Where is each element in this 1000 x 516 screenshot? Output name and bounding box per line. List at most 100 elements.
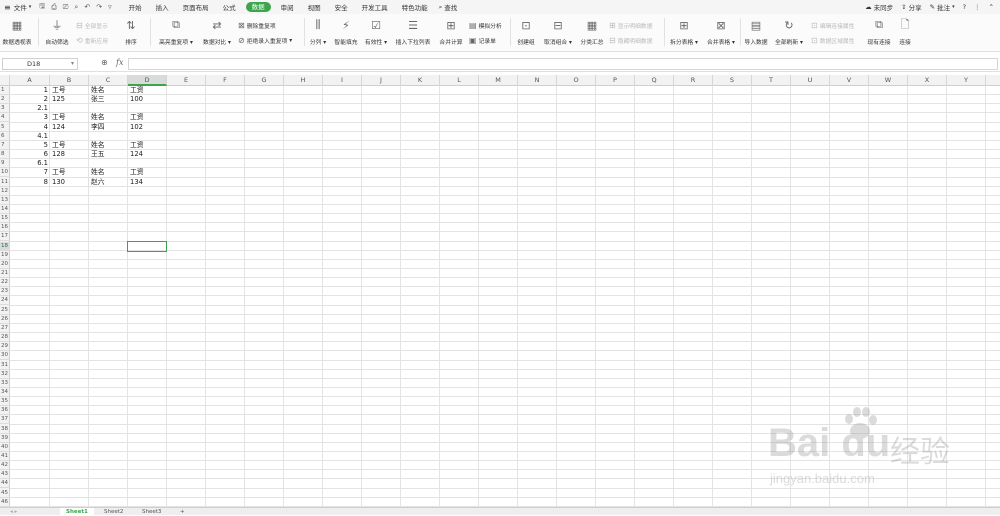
row-header[interactable]: 3 (0, 104, 10, 114)
row-header[interactable]: 2 (0, 95, 10, 105)
row-header[interactable]: 15 (0, 214, 10, 224)
cell-C1[interactable]: 姓名 (91, 86, 126, 95)
undo-icon[interactable]: ↶ (84, 3, 90, 11)
column-header[interactable]: S (713, 75, 752, 86)
row-header[interactable]: 1 (0, 86, 10, 95)
print-icon[interactable]: ⎚ (63, 3, 69, 12)
row-header[interactable]: 23 (0, 287, 10, 297)
cell-B11[interactable]: 130 (52, 178, 87, 187)
cell-C10[interactable]: 姓名 (91, 168, 126, 177)
column-header[interactable]: K (401, 75, 440, 86)
file-menu[interactable]: ≡ 文件 ▾ (0, 0, 35, 14)
column-header[interactable]: I (323, 75, 362, 86)
split-table-button[interactable]: ⊞ 拆分表格 ▾ (667, 14, 701, 47)
row-header[interactable]: 31 (0, 361, 10, 370)
column-header[interactable]: W (869, 75, 908, 86)
split-column-button[interactable]: ⫼ 分列 ▾ (307, 14, 329, 46)
tab-0[interactable]: 开始 (122, 2, 149, 12)
highlight-duplicates-button[interactable]: ⧉ 高亮重复项 ▾ (155, 14, 197, 46)
row-header[interactable]: 37 (0, 415, 10, 425)
row-header[interactable]: 45 (0, 489, 10, 498)
tab-9[interactable]: 特色功能 (395, 2, 435, 12)
row-header[interactable]: 35 (0, 397, 10, 407)
row-header[interactable]: 6 (0, 132, 10, 141)
validity-button[interactable]: ☑ 有效性 ▾ (362, 14, 390, 47)
name-box[interactable]: D18 ▾ (2, 58, 78, 70)
row-header[interactable]: 42 (0, 461, 10, 471)
cell-C7[interactable]: 姓名 (91, 141, 126, 150)
cell-C11[interactable]: 赵六 (91, 178, 126, 187)
cell-A7[interactable]: 5 (12, 141, 48, 150)
show-all-button[interactable]: ⊟ 全部显示 (76, 21, 108, 30)
cell-A1[interactable]: 1 (12, 86, 48, 95)
row-header[interactable]: 21 (0, 269, 10, 278)
row-header[interactable]: 43 (0, 470, 10, 480)
show-detail-button[interactable]: ⊞ 显示明细数据 (609, 21, 653, 30)
row-header[interactable]: 17 (0, 232, 10, 242)
data-range-props-button[interactable]: ⊡ 数据区域属性 (811, 36, 855, 45)
row-header[interactable]: 16 (0, 223, 10, 233)
cell-A4[interactable]: 3 (12, 113, 48, 122)
cell-C8[interactable]: 王五 (91, 150, 126, 159)
row-header[interactable]: 25 (0, 306, 10, 315)
redo-icon[interactable]: ↷ (96, 3, 102, 11)
cell-D8[interactable]: 124 (130, 150, 165, 159)
remove-duplicates-button[interactable]: ⊠ 删除重复项 (238, 21, 276, 30)
column-header[interactable]: U (791, 75, 830, 86)
column-header[interactable]: F (206, 75, 245, 86)
smart-fill-button[interactable]: ⚡ 智能填充 (331, 14, 361, 47)
create-group-button[interactable]: ⊡ 创建组 (514, 14, 538, 47)
column-header[interactable]: L (440, 75, 479, 86)
row-header[interactable]: 28 (0, 333, 10, 343)
row-header[interactable]: 20 (0, 260, 10, 269)
what-if-button[interactable]: ▤ 模拟分析 (469, 21, 502, 30)
formula-input[interactable] (128, 58, 998, 70)
cell-C2[interactable]: 张三 (91, 95, 126, 104)
column-header[interactable]: X (908, 75, 947, 86)
row-header[interactable]: 41 (0, 452, 10, 461)
collapse-ribbon-icon[interactable]: ⌃ (989, 0, 994, 14)
cell-B1[interactable]: 工号 (52, 86, 87, 95)
row-header[interactable]: 4 (0, 113, 10, 123)
row-header[interactable]: 34 (0, 388, 10, 397)
share-button[interactable]: ⇪ 分享 (901, 0, 921, 14)
tab-2[interactable]: 页面布局 (176, 2, 216, 12)
cell-B5[interactable]: 124 (52, 123, 87, 132)
cell-A9[interactable]: 6.1 (12, 159, 48, 168)
cell-A6[interactable]: 4.1 (12, 132, 48, 141)
cell-B4[interactable]: 工号 (52, 113, 87, 122)
cell-B2[interactable]: 125 (52, 95, 87, 104)
row-header[interactable]: 38 (0, 425, 10, 434)
row-header[interactable]: 9 (0, 159, 10, 169)
cell-A5[interactable]: 4 (12, 123, 48, 132)
row-header[interactable]: 24 (0, 296, 10, 306)
column-header[interactable]: G (245, 75, 284, 86)
more-icon[interactable]: ⋮ (974, 0, 981, 14)
row-header[interactable]: 8 (0, 150, 10, 160)
cell-A8[interactable]: 6 (12, 150, 48, 159)
row-header[interactable]: 30 (0, 351, 10, 361)
row-header[interactable]: 46 (0, 498, 10, 507)
row-header[interactable]: 40 (0, 443, 10, 452)
column-header[interactable]: D (128, 75, 167, 86)
subtotal-button[interactable]: ▦ 分类汇总 (578, 14, 606, 47)
row-header[interactable]: 11 (0, 178, 10, 187)
merge-table-button[interactable]: ⊠ 合并表格 ▾ (704, 14, 738, 47)
import-data-button[interactable]: ▤ 导入数据 (742, 14, 770, 47)
column-header[interactable]: J (362, 75, 401, 86)
comment-button[interactable]: ✎ 批注 ▾ (930, 0, 955, 14)
select-all-corner[interactable] (0, 75, 10, 86)
customize-icon[interactable]: ▿ (108, 3, 112, 11)
cell-D10[interactable]: 工资 (130, 168, 165, 177)
column-header[interactable]: T (752, 75, 791, 86)
column-header[interactable]: B (50, 75, 89, 86)
auto-filter-button[interactable]: ⏚ 自动筛选 (42, 14, 72, 46)
row-header[interactable]: 26 (0, 315, 10, 324)
cell-A11[interactable]: 8 (12, 178, 48, 187)
column-header[interactable]: P (596, 75, 635, 86)
pivot-table-button[interactable]: ▦ 数据透视表 (0, 14, 34, 47)
cell-D1[interactable]: 工资 (130, 86, 165, 95)
row-header[interactable]: 19 (0, 251, 10, 260)
tab-5[interactable]: 审阅 (274, 2, 301, 12)
help-button[interactable]: ? (963, 0, 966, 14)
